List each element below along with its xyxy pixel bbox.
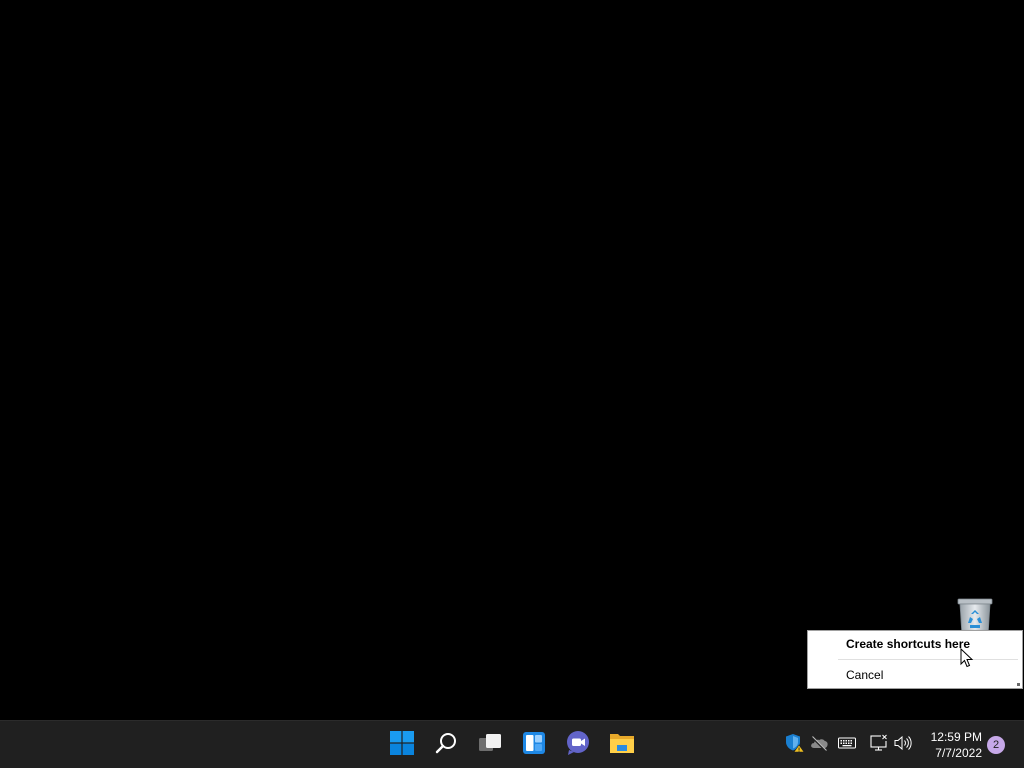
file-explorer-button[interactable]: [602, 725, 642, 765]
task-view-button[interactable]: [470, 725, 510, 765]
create-shortcuts-here-menu-item[interactable]: Create shortcuts here: [809, 632, 1021, 656]
chat-icon: [565, 730, 591, 761]
touch-keyboard-tray[interactable]: [837, 735, 857, 755]
clock-date: 7/7/2022: [935, 746, 982, 760]
notification-count-badge[interactable]: 2: [987, 736, 1005, 754]
chat-button[interactable]: [558, 725, 598, 765]
mouse-cursor-icon: [960, 647, 974, 668]
context-menu: Create shortcuts here Cancel: [807, 630, 1023, 689]
volume-icon: [893, 733, 913, 758]
search-icon: [434, 731, 458, 760]
search-button[interactable]: [426, 725, 466, 765]
folder-icon: [609, 731, 635, 760]
network-tray[interactable]: [869, 733, 889, 758]
onedrive-icon: [809, 733, 829, 758]
cancel-menu-item[interactable]: Cancel: [809, 663, 1021, 687]
volume-tray[interactable]: [893, 735, 913, 755]
clock-time: 12:59 PM: [930, 730, 982, 744]
keyboard-icon: [837, 733, 857, 758]
widgets-button[interactable]: [514, 725, 554, 765]
onedrive-tray[interactable]: [809, 735, 829, 755]
taskbar: 12:59 PM 7/7/2022 2: [0, 720, 1024, 768]
widgets-icon: [522, 731, 546, 760]
windows-logo-icon: [390, 730, 414, 760]
taskbar-clock[interactable]: 12:59 PM 7/7/2022: [922, 729, 982, 761]
windows-security-tray[interactable]: [785, 733, 805, 758]
resize-grip: [1017, 683, 1020, 686]
task-view-icon: [478, 731, 502, 760]
menu-separator: [838, 659, 1018, 660]
desktop[interactable]: Create shortcuts here Cancel: [0, 0, 1024, 720]
start-button[interactable]: [382, 725, 422, 765]
shield-warning-icon: [785, 733, 805, 758]
network-icon: [869, 733, 889, 758]
